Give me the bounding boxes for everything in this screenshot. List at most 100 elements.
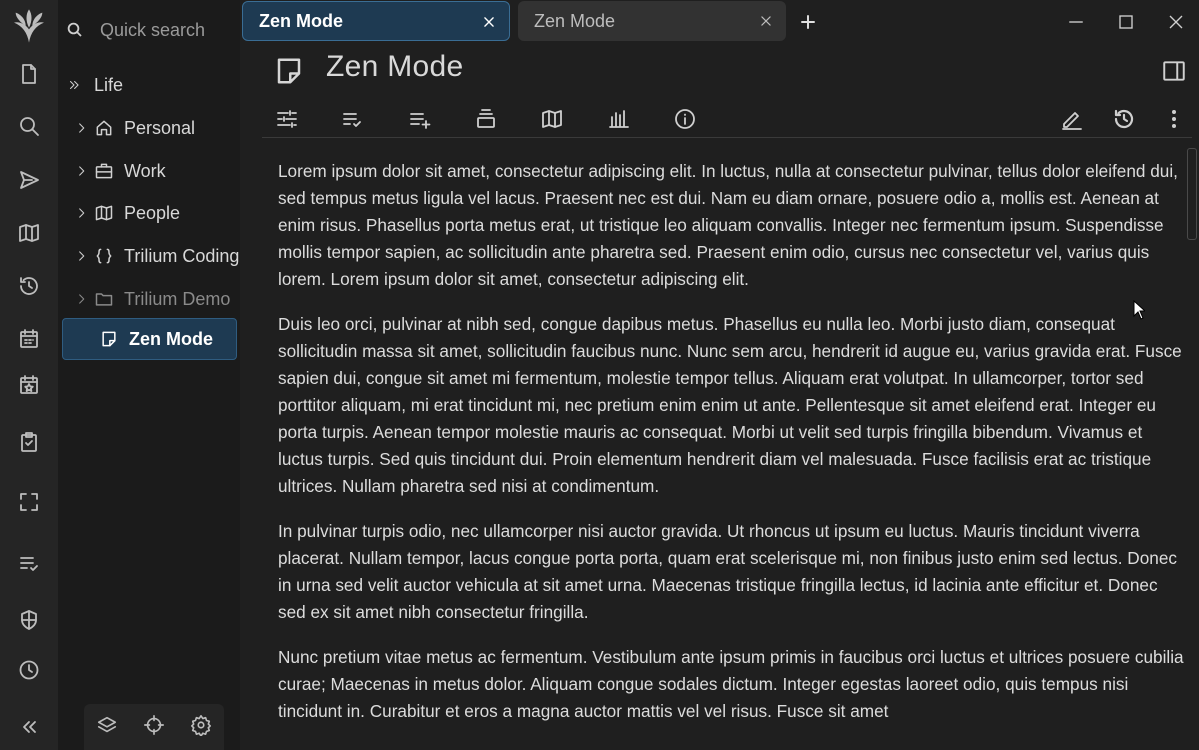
launcher-bar xyxy=(0,0,58,750)
tasks-button[interactable] xyxy=(0,422,58,462)
ribbon-toolbar xyxy=(262,100,1192,138)
close-tab-button[interactable] xyxy=(479,12,499,32)
zen-mode-button[interactable] xyxy=(0,482,58,522)
sync-status-button[interactable] xyxy=(0,650,58,690)
note-icon[interactable] xyxy=(274,56,304,86)
close-icon xyxy=(761,16,771,26)
tree-item-label: Life xyxy=(94,74,124,95)
braces-icon xyxy=(92,246,116,266)
sidebar-right-icon xyxy=(1163,61,1185,81)
note-title[interactable]: Zen Mode xyxy=(326,50,463,84)
list-plus-icon xyxy=(410,113,431,129)
tab-zen-mode-active[interactable]: Zen Mode xyxy=(242,1,510,41)
paragraph: Nunc pretium vitae metus ac fermentum. V… xyxy=(278,647,1184,721)
calendar-star-icon xyxy=(20,375,38,394)
tree-item-zen-mode[interactable]: Zen Mode xyxy=(62,318,237,360)
tab-zen-mode[interactable]: Zen Mode xyxy=(518,1,786,41)
history-icon xyxy=(20,277,38,295)
tree-settings-button[interactable] xyxy=(190,714,212,741)
calendar-icon xyxy=(20,329,38,348)
tree-item-label: Personal xyxy=(124,117,196,138)
chevron-right-icon[interactable] xyxy=(72,164,92,178)
tree-item-trilium-coding[interactable]: Trilium Coding xyxy=(72,236,240,276)
close-icon xyxy=(1169,15,1183,29)
recent-changes-button[interactable] xyxy=(0,266,58,306)
chevron-right-icon[interactable] xyxy=(72,121,92,135)
ribbon-inherited-attributes[interactable] xyxy=(403,104,437,134)
chevron-right-icon[interactable] xyxy=(72,292,92,306)
clock-icon xyxy=(19,660,39,680)
minimize-icon xyxy=(1069,21,1083,23)
fullscreen-icon xyxy=(20,493,38,511)
ribbon-note-map[interactable] xyxy=(535,104,569,134)
folder-icon xyxy=(92,289,116,309)
mouse-cursor-icon xyxy=(1133,300,1145,320)
new-tab-button[interactable] xyxy=(796,10,820,34)
maximize-window-button[interactable] xyxy=(1109,8,1143,36)
jump-to-button[interactable] xyxy=(0,160,58,200)
bar-chart-icon xyxy=(609,110,629,128)
tree-item-label: Work xyxy=(124,160,166,181)
crosshair-icon xyxy=(143,714,164,735)
content-scrollbar[interactable] xyxy=(1187,148,1197,240)
quick-search xyxy=(58,10,240,50)
paragraph: In pulvinar turpis odio, nec ullamcorper… xyxy=(278,521,1177,622)
layers-button[interactable] xyxy=(96,714,118,741)
ribbon-collections[interactable] xyxy=(469,104,503,134)
toggle-right-pane-button[interactable] xyxy=(1161,58,1189,86)
tab-title: Zen Mode xyxy=(534,10,616,31)
briefcase-icon xyxy=(92,161,116,181)
calendar-button[interactable] xyxy=(0,319,58,359)
gear-icon xyxy=(190,714,211,737)
chevron-right-icon[interactable] xyxy=(72,249,92,263)
map-icon xyxy=(542,110,562,128)
map-icon xyxy=(92,203,116,223)
note-revisions-button[interactable] xyxy=(1107,104,1141,134)
list-check-icon xyxy=(20,557,38,571)
note-icon xyxy=(97,329,121,349)
tree-item-trilium-demo[interactable]: Trilium Demo xyxy=(72,279,240,319)
note-map-button[interactable] xyxy=(0,213,58,253)
collapse-sidebar-button[interactable] xyxy=(0,707,58,747)
close-icon xyxy=(484,17,494,27)
note-title-row: Zen Mode xyxy=(240,44,1199,96)
search-button[interactable] xyxy=(0,106,58,146)
home-icon xyxy=(92,118,116,138)
tree-item-personal[interactable]: Personal xyxy=(72,108,240,148)
sliders-icon xyxy=(277,110,297,128)
ribbon-note-info[interactable] xyxy=(668,104,702,134)
close-tab-button[interactable] xyxy=(756,11,776,31)
ribbon-basic-properties[interactable] xyxy=(270,104,304,134)
tree-item-label: People xyxy=(124,202,181,223)
scroll-to-active-button[interactable] xyxy=(143,714,165,741)
more-options-button[interactable] xyxy=(1157,104,1191,134)
more-vertical-icon xyxy=(1172,110,1176,128)
tree-item-people[interactable]: People xyxy=(72,193,240,233)
note-detail: Zen Mode Lorem ipsum dolor sit amet, con… xyxy=(240,44,1199,750)
edit-button[interactable] xyxy=(1055,104,1089,134)
trilium-logo-icon xyxy=(14,9,44,43)
ribbon-owned-attributes[interactable] xyxy=(336,104,370,134)
note-content[interactable]: Lorem ipsum dolor sit amet, consectetur … xyxy=(278,158,1184,743)
events-button[interactable] xyxy=(0,365,58,405)
map-icon xyxy=(19,224,39,242)
tree-root-life[interactable]: Life xyxy=(64,65,240,105)
plus-icon xyxy=(801,15,815,29)
tab-bar: Zen Mode Zen Mode xyxy=(240,0,1199,44)
todo-list-button[interactable] xyxy=(0,543,58,583)
tree-item-label: Trilium Demo xyxy=(124,288,231,309)
quick-search-input[interactable] xyxy=(100,19,240,41)
close-window-button[interactable] xyxy=(1159,8,1193,36)
protected-session-button[interactable] xyxy=(0,600,58,640)
history-icon xyxy=(1114,109,1134,129)
tree-item-work[interactable]: Work xyxy=(72,151,240,191)
new-note-button[interactable] xyxy=(0,54,58,94)
search-icon xyxy=(20,117,39,136)
file-plus-icon xyxy=(22,64,36,84)
app-logo-button[interactable] xyxy=(0,6,58,46)
ribbon-similar-notes[interactable] xyxy=(602,104,636,134)
layers-icon xyxy=(98,716,117,732)
chevron-right-icon[interactable] xyxy=(72,206,92,220)
shield-icon xyxy=(21,610,37,630)
minimize-window-button[interactable] xyxy=(1059,8,1093,36)
